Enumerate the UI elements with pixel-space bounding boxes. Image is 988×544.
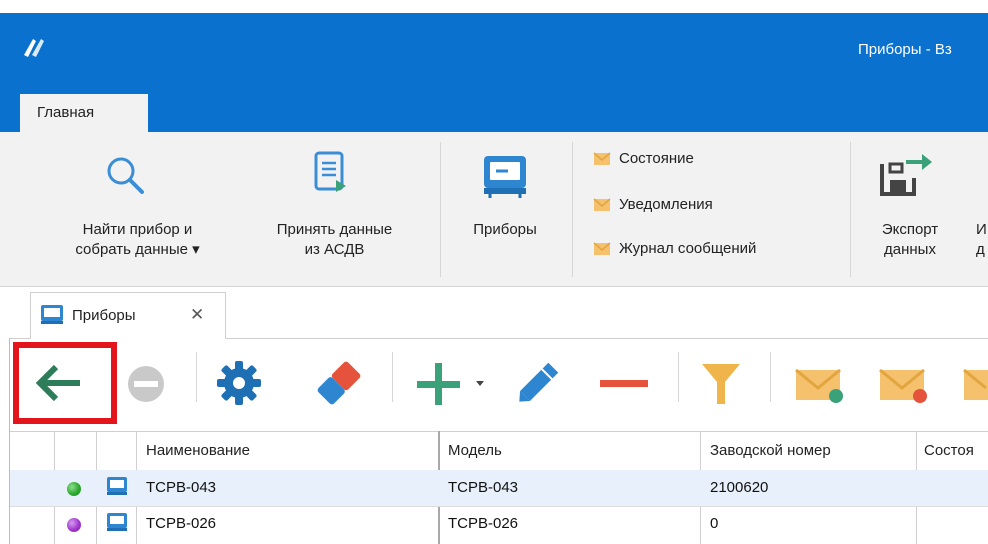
status-dot (67, 518, 81, 532)
mail-green-button[interactable] (794, 366, 846, 410)
cell-name: ТСРВ-026 (146, 515, 217, 532)
title-bar (0, 13, 988, 132)
edit-pencil-icon (519, 362, 559, 402)
find-device-label-line2: собрать данные ▾ (75, 241, 200, 258)
column-header-serial[interactable]: Заводской номер (710, 442, 831, 459)
close-icon[interactable]: ✕ (190, 305, 204, 325)
document-import-icon (312, 150, 352, 204)
ribbon-separator (440, 142, 441, 277)
device-monitor-icon (480, 152, 530, 204)
toolbar-separator (770, 352, 771, 402)
cut-off-label-line1: И (976, 221, 987, 238)
mail-partial-button[interactable] (962, 366, 988, 410)
remove-minus-icon (600, 380, 648, 387)
tab-home[interactable]: Главная (20, 94, 148, 132)
cell-model: ТСРВ-026 (448, 515, 519, 532)
eraser-icon (317, 361, 361, 405)
column-header-state[interactable]: Состоя (924, 442, 974, 459)
add-dropdown-button[interactable] (475, 375, 485, 392)
search-icon (102, 152, 150, 204)
cell-model: ТСРВ-043 (448, 479, 519, 496)
export-data-button[interactable]: Экспорт данных (860, 140, 960, 280)
toolbar-separator (196, 352, 197, 402)
status-dot (67, 482, 81, 496)
mail-red-icon (879, 368, 927, 403)
cell-serial: 0 (710, 515, 719, 532)
export-icon (876, 150, 934, 204)
dropdown-arrow-icon (476, 381, 484, 386)
column-header-model[interactable]: Модель (448, 442, 502, 459)
settings-button[interactable] (214, 358, 264, 412)
message-log-label: Журнал сообщений (619, 240, 757, 257)
state-button[interactable]: Состояние (593, 150, 694, 167)
stop-icon (128, 366, 164, 402)
ribbon-separator (850, 142, 851, 277)
cut-off-label-line2: д (976, 241, 985, 258)
export-label-line1: Экспорт (881, 221, 939, 238)
app-logo-icon (20, 33, 48, 61)
toolbar-separator (678, 352, 679, 402)
find-device-button[interactable]: Найти прибор и собрать данные ▾ (25, 140, 250, 280)
mail-icon (593, 197, 611, 211)
remove-button[interactable] (600, 376, 650, 393)
add-icon (417, 363, 460, 405)
window-title: Приборы - Вз (858, 41, 952, 58)
notifications-button[interactable]: Уведомления (593, 196, 713, 213)
notifications-label: Уведомления (619, 196, 713, 213)
mail-green-icon (795, 368, 843, 403)
device-monitor-icon (106, 476, 128, 502)
devices-button[interactable]: Приборы (450, 140, 560, 280)
highlight-frame (13, 342, 117, 424)
filter-icon (702, 364, 740, 404)
toolbar-separator (392, 352, 393, 402)
settings-gear-icon (217, 361, 261, 405)
add-button[interactable] (414, 360, 464, 414)
accept-data-button[interactable]: Принять данные из АСДВ (242, 140, 427, 280)
mail-icon (593, 241, 611, 255)
ribbon-separator (572, 142, 573, 277)
accept-data-label-line2: из АСДВ (304, 241, 365, 258)
filter-button[interactable] (700, 360, 744, 414)
device-monitor-icon (40, 304, 64, 330)
cell-serial: 2100620 (710, 479, 769, 496)
find-device-label-line1: Найти прибор и (82, 221, 193, 238)
accept-data-label-line1: Принять данные (276, 221, 393, 238)
mail-icon (593, 151, 611, 165)
message-log-button[interactable]: Журнал сообщений (593, 240, 756, 257)
clear-button[interactable] (312, 358, 366, 412)
state-label: Состояние (619, 150, 694, 167)
edit-button[interactable] (510, 358, 564, 414)
export-label-line2: данных (884, 241, 936, 258)
doc-tab-label: Приборы (72, 307, 136, 324)
devices-label: Приборы (473, 221, 537, 238)
cell-name: ТСРВ-043 (146, 479, 217, 496)
column-header-name[interactable]: Наименование (146, 442, 250, 459)
mail-partial-icon (963, 368, 988, 400)
stop-button[interactable] (126, 362, 170, 410)
device-monitor-icon (106, 512, 128, 538)
mail-red-button[interactable] (878, 366, 930, 410)
